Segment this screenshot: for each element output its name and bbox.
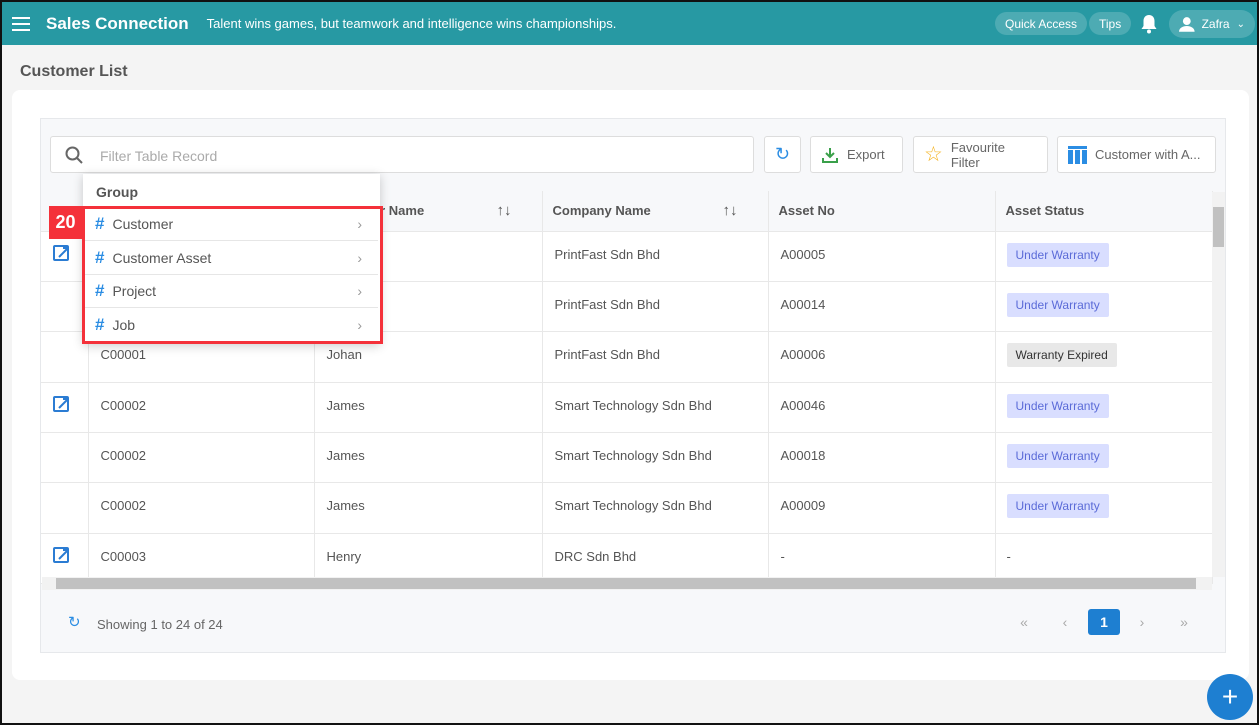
user-icon [1179, 17, 1195, 32]
refresh-button[interactable]: ↻ [764, 136, 801, 173]
column-header-label: Asset Status [1005, 203, 1085, 219]
star-icon: ☆ [924, 143, 943, 166]
cell-company: PrintFast Sdn Bhd [542, 281, 769, 333]
user-name: Zafra [1201, 17, 1230, 31]
next-page-button[interactable]: › [1126, 609, 1158, 635]
chevron-right-icon: › [357, 216, 362, 232]
top-bar: Sales Connection Talent wins games, but … [2, 2, 1257, 45]
prev-page-button[interactable]: ‹ [1049, 609, 1081, 635]
search-input[interactable]: Filter Table Record [50, 136, 754, 173]
cell-asset: A00018 [768, 432, 996, 484]
cell-company: PrintFast Sdn Bhd [542, 231, 769, 282]
cell-company: Smart Technology Sdn Bhd [542, 482, 769, 534]
group-label: Group [96, 184, 138, 200]
group-menu: Group # Customer › # Customer Asset › # Project… [83, 174, 380, 344]
cell-asset: A00046 [768, 382, 996, 434]
export-label: Export [847, 147, 885, 162]
hash-icon: # [95, 247, 105, 267]
search-placeholder: Filter Table Record [100, 148, 218, 164]
chevron-down-icon: ⌄ [1236, 18, 1245, 30]
user-menu[interactable]: Zafra ⌄ [1169, 10, 1255, 38]
status-badge: Under Warranty [1006, 494, 1109, 519]
status-badge: Under Warranty [1006, 242, 1109, 267]
table-row: C00002 James Smart Technology Sdn Bhd A0004… [41, 382, 1213, 434]
chevron-right-icon: › [357, 316, 362, 333]
showing-count: Showing 1 to 24 of 24 [97, 617, 223, 632]
menu-item-label: Job [112, 316, 136, 333]
column-header[interactable]: Company Name ↑↓ [542, 191, 769, 232]
export-button[interactable]: Export [810, 136, 903, 173]
table-row: C00002 James Smart Technology Sdn Bhd A0001… [41, 432, 1213, 484]
cell-name: James [314, 382, 543, 434]
tagline: Talent wins games, but teamwork and inte… [206, 16, 617, 31]
status-badge: Under Warranty [1006, 393, 1109, 418]
sort-icon[interactable]: ↑↓ [723, 202, 738, 219]
sort-icon[interactable]: ↑↓ [497, 202, 512, 219]
refresh-icon: ↻ [774, 144, 791, 164]
cell-asset: A00006 [768, 331, 996, 383]
columns-icon [1068, 145, 1087, 164]
hash-icon: # [95, 281, 105, 300]
menu-item-customer-asset[interactable]: # Customer Asset › [85, 242, 378, 275]
favourite-filter-button[interactable]: ☆ Favourite Filter [913, 136, 1048, 173]
hash-icon: # [95, 214, 105, 233]
edit-icon[interactable] [53, 244, 69, 261]
menu-item-customer[interactable]: # Customer › [85, 208, 378, 241]
download-icon [822, 147, 838, 163]
search-icon [65, 146, 83, 164]
cell-asset: A00014 [768, 281, 996, 333]
menu-item-job[interactable]: # Job › [85, 309, 378, 342]
cell-company: Smart Technology Sdn Bhd [542, 432, 769, 484]
last-page-button[interactable]: » [1168, 609, 1200, 635]
add-button[interactable]: + [1207, 674, 1253, 720]
menu-item-label: Customer [112, 216, 174, 232]
menu-icon[interactable] [12, 16, 30, 31]
horizontal-scrollbar[interactable] [42, 577, 1212, 590]
column-header-label: Company Name [552, 203, 651, 219]
column-header: Asset Status [995, 191, 1213, 232]
chevron-right-icon: › [357, 249, 362, 266]
tips-button[interactable]: Tips [1089, 12, 1132, 35]
cell-company: PrintFast Sdn Bhd [542, 331, 769, 383]
menu-item-project[interactable]: # Project › [85, 275, 378, 308]
quick-access-button[interactable]: Quick Access [995, 12, 1088, 35]
cell-company: Smart Technology Sdn Bhd [542, 382, 769, 434]
menu-item-label: Customer Asset [112, 249, 212, 266]
cell-name: James [314, 432, 543, 484]
cell-asset: A00005 [768, 231, 996, 282]
first-page-button[interactable]: « [1008, 609, 1040, 635]
cell-code: C00002 [88, 382, 315, 434]
column-header-label: Asset No [778, 203, 835, 219]
chevron-right-icon: › [357, 283, 362, 299]
status-badge: Warranty Expired [1006, 343, 1117, 368]
page-title: Customer List [20, 63, 128, 80]
bell-icon[interactable] [1140, 14, 1158, 34]
status-badge: - [1006, 548, 1011, 564]
page-1-button[interactable]: 1 [1088, 609, 1120, 635]
status-badge: Under Warranty [1006, 444, 1109, 469]
cell-code: C00002 [88, 432, 315, 484]
cell-asset: A00009 [768, 482, 996, 534]
cell-name: James [314, 482, 543, 534]
favourite-label: Favourite Filter [950, 139, 1006, 170]
annotation-number: 20 [49, 206, 82, 239]
edit-icon[interactable] [53, 395, 69, 412]
table-row: C00002 James Smart Technology Sdn Bhd A0000… [41, 482, 1213, 534]
cell-code: C00002 [88, 482, 315, 534]
view-label: Customer with A... [1095, 147, 1201, 162]
menu-item-label: Project [112, 283, 157, 299]
vertical-scrollbar[interactable] [1212, 192, 1225, 577]
brand: Sales Connection [46, 13, 189, 33]
column-view-button[interactable]: Customer with A... [1057, 136, 1216, 173]
hash-icon: # [95, 314, 105, 334]
column-header: Asset No [768, 191, 996, 232]
status-badge: Under Warranty [1006, 292, 1109, 317]
edit-icon[interactable] [53, 546, 69, 563]
refresh-icon[interactable]: ↻ [68, 613, 81, 631]
